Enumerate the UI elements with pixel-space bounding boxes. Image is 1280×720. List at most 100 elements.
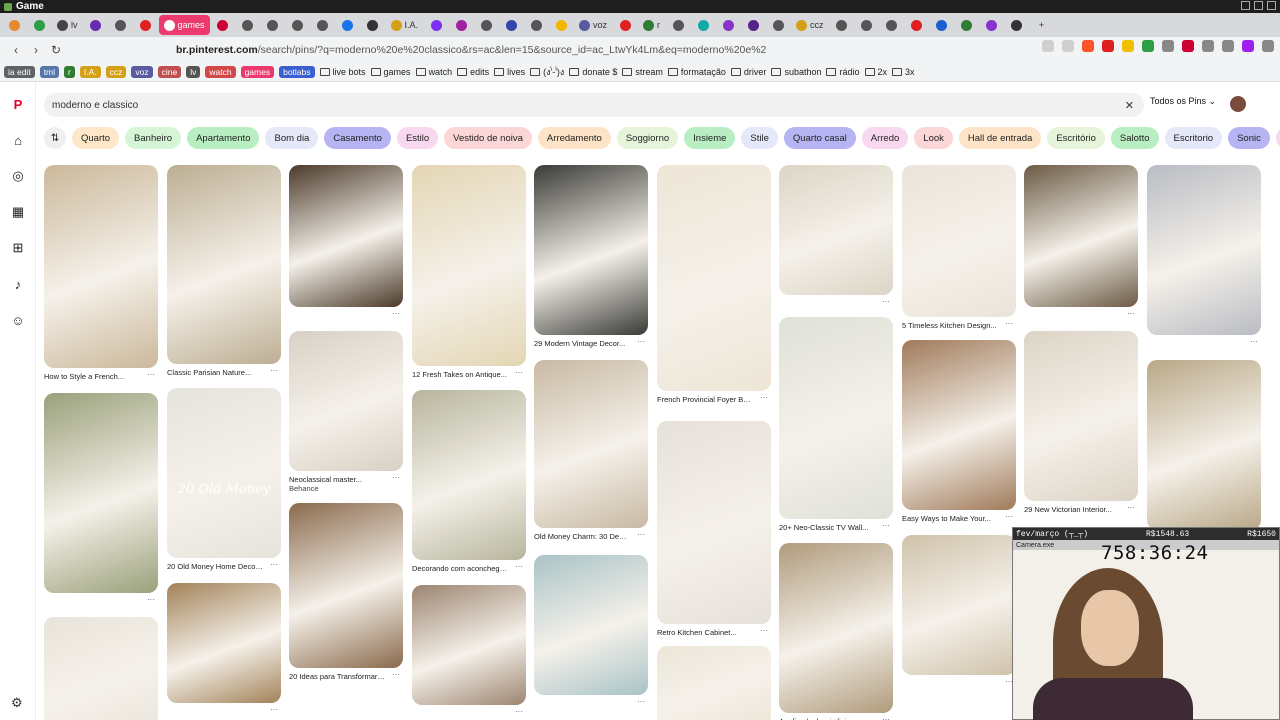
bookmark-folder[interactable]: edits bbox=[457, 67, 489, 77]
more-options-icon[interactable]: ··· bbox=[882, 715, 890, 720]
browser-tab[interactable] bbox=[855, 15, 879, 35]
bookmark-folder[interactable]: live bots bbox=[319, 67, 366, 77]
bookmark-chip[interactable]: ccz bbox=[105, 65, 127, 78]
extension-icon[interactable] bbox=[1182, 40, 1194, 52]
pin-card[interactable]: A refined, classic living room...··· bbox=[779, 543, 893, 720]
browser-tab[interactable] bbox=[980, 15, 1004, 35]
pin-card[interactable]: ··· bbox=[1147, 165, 1261, 346]
more-options-icon[interactable]: ··· bbox=[1005, 512, 1013, 521]
browser-tab[interactable]: I.A. bbox=[386, 15, 424, 35]
extension-icon[interactable] bbox=[1242, 40, 1254, 52]
sidebar-icon[interactable] bbox=[1222, 40, 1234, 52]
bookmark-folder[interactable]: rádio bbox=[826, 67, 860, 77]
more-options-icon[interactable]: ··· bbox=[270, 366, 278, 375]
pin-image[interactable] bbox=[289, 331, 403, 471]
forward-icon[interactable]: › bbox=[26, 40, 46, 60]
pin-card[interactable]: ··· bbox=[779, 165, 893, 306]
pin-image[interactable] bbox=[289, 503, 403, 668]
guide-chip[interactable]: Hall de entrada bbox=[958, 127, 1042, 149]
pin-image[interactable] bbox=[902, 535, 1016, 675]
more-options-icon[interactable]: ··· bbox=[760, 393, 768, 402]
more-options-icon[interactable]: ··· bbox=[392, 670, 400, 679]
browser-tab[interactable] bbox=[880, 15, 904, 35]
brave-icon[interactable] bbox=[1082, 40, 1094, 52]
bookmark-folder[interactable]: (ง'̀-'́)ง bbox=[530, 65, 564, 79]
pin-image[interactable] bbox=[534, 360, 648, 528]
guide-chip[interactable]: Quarto casal bbox=[783, 127, 856, 149]
guide-chip[interactable]: Vestido de noiva bbox=[444, 127, 532, 149]
more-options-icon[interactable]: ··· bbox=[392, 309, 400, 318]
pin-image[interactable] bbox=[902, 340, 1016, 510]
pin-caption[interactable]: Classic Parisian Nature... bbox=[167, 368, 263, 377]
guide-chip[interactable]: Arredo bbox=[861, 127, 909, 149]
bookmark-chip[interactable]: I.A. bbox=[79, 65, 101, 78]
browser-tab[interactable] bbox=[955, 15, 979, 35]
bookmark-folder[interactable]: lives bbox=[494, 67, 525, 77]
more-options-icon[interactable]: ··· bbox=[1127, 503, 1135, 512]
browser-tab[interactable]: r bbox=[638, 15, 665, 35]
browser-tab[interactable] bbox=[109, 15, 133, 35]
browser-tab[interactable]: voz bbox=[574, 15, 612, 35]
pin-image[interactable] bbox=[412, 585, 526, 705]
explore-icon[interactable]: ◎ bbox=[10, 168, 26, 184]
browser-tab[interactable] bbox=[905, 15, 929, 35]
pin-card[interactable]: ··· bbox=[289, 165, 403, 318]
share-icon[interactable] bbox=[1062, 40, 1074, 52]
browser-tab[interactable]: games bbox=[158, 15, 210, 35]
avatar[interactable] bbox=[1230, 96, 1246, 112]
guide-chip[interactable]: Apartamento bbox=[187, 127, 260, 149]
more-options-icon[interactable]: ··· bbox=[147, 370, 155, 379]
pin-card[interactable]: 20+ Neo-Classic TV Wall... ··· bbox=[779, 317, 893, 532]
browser-tab[interactable] bbox=[449, 15, 473, 35]
pin-card[interactable]: Retro Kitchen Cabinet... ··· bbox=[657, 421, 771, 637]
browser-tab[interactable] bbox=[134, 15, 158, 35]
browser-tab[interactable] bbox=[830, 15, 854, 35]
browser-tab[interactable]: lv bbox=[52, 15, 83, 35]
pin-image[interactable] bbox=[44, 617, 158, 720]
more-options-icon[interactable]: ··· bbox=[760, 626, 768, 635]
pin-image[interactable] bbox=[779, 165, 893, 295]
pin-image[interactable] bbox=[44, 393, 158, 593]
pin-card[interactable]: ··· bbox=[657, 646, 771, 720]
pin-image[interactable] bbox=[289, 165, 403, 307]
more-options-icon[interactable]: ··· bbox=[392, 473, 400, 482]
search-bar[interactable]: moderno e classico ✕ bbox=[44, 93, 1144, 117]
maximize-icon[interactable] bbox=[1254, 1, 1263, 10]
pin-image[interactable]: 20 Old Money bbox=[167, 388, 281, 558]
more-options-icon[interactable]: ··· bbox=[270, 560, 278, 569]
pin-card[interactable]: ··· bbox=[412, 585, 526, 716]
browser-tab[interactable] bbox=[361, 15, 385, 35]
guide-chip[interactable]: Escritorio bbox=[1164, 127, 1223, 149]
extension-icon[interactable] bbox=[1202, 40, 1214, 52]
more-options-icon[interactable]: ··· bbox=[637, 530, 645, 539]
bookmark-chip[interactable]: games bbox=[240, 65, 275, 78]
bookmark-chip[interactable]: r bbox=[64, 65, 75, 78]
pin-image[interactable] bbox=[1024, 165, 1138, 307]
bookmark-folder[interactable]: subathon bbox=[771, 67, 821, 77]
pin-card[interactable]: 12 Fresh Takes on Antique... ··· bbox=[412, 165, 526, 379]
pin-card[interactable]: ··· bbox=[44, 393, 158, 604]
pin-card[interactable]: Classic Parisian Nature... ··· bbox=[167, 165, 281, 377]
browser-tab[interactable] bbox=[286, 15, 310, 35]
browser-tab[interactable] bbox=[716, 15, 740, 35]
boards-icon[interactable]: ▦ bbox=[10, 204, 26, 220]
pin-image[interactable] bbox=[657, 421, 771, 624]
pin-card[interactable]: Easy Ways to Make Your... ··· bbox=[902, 340, 1016, 523]
notifications-icon[interactable]: ♪ bbox=[10, 276, 26, 292]
bookmark-chip[interactable]: tml bbox=[39, 65, 60, 78]
more-options-icon[interactable]: ··· bbox=[515, 707, 523, 716]
extension-icon[interactable] bbox=[1142, 40, 1154, 52]
more-options-icon[interactable]: ··· bbox=[1250, 337, 1258, 346]
browser-tab[interactable] bbox=[613, 15, 637, 35]
guide-chip[interactable]: Sonic bbox=[1228, 127, 1270, 149]
guide-chip[interactable]: Banheiro bbox=[125, 127, 182, 149]
bookmark-folder[interactable]: 3x bbox=[892, 67, 915, 77]
guide-chip[interactable]: Casamento bbox=[324, 127, 391, 149]
pin-caption[interactable]: 29 New Victorian Interior... bbox=[1024, 505, 1120, 514]
more-options-icon[interactable]: ··· bbox=[1005, 319, 1013, 328]
clear-search-icon[interactable]: ✕ bbox=[1125, 99, 1134, 112]
pin-caption[interactable]: Neoclassical master... bbox=[289, 475, 385, 484]
bookmark-chip[interactable]: lv bbox=[186, 65, 201, 78]
pin-image[interactable] bbox=[1024, 331, 1138, 501]
pin-card[interactable]: Old Money Charm: 30 Desig... ··· bbox=[534, 360, 648, 541]
